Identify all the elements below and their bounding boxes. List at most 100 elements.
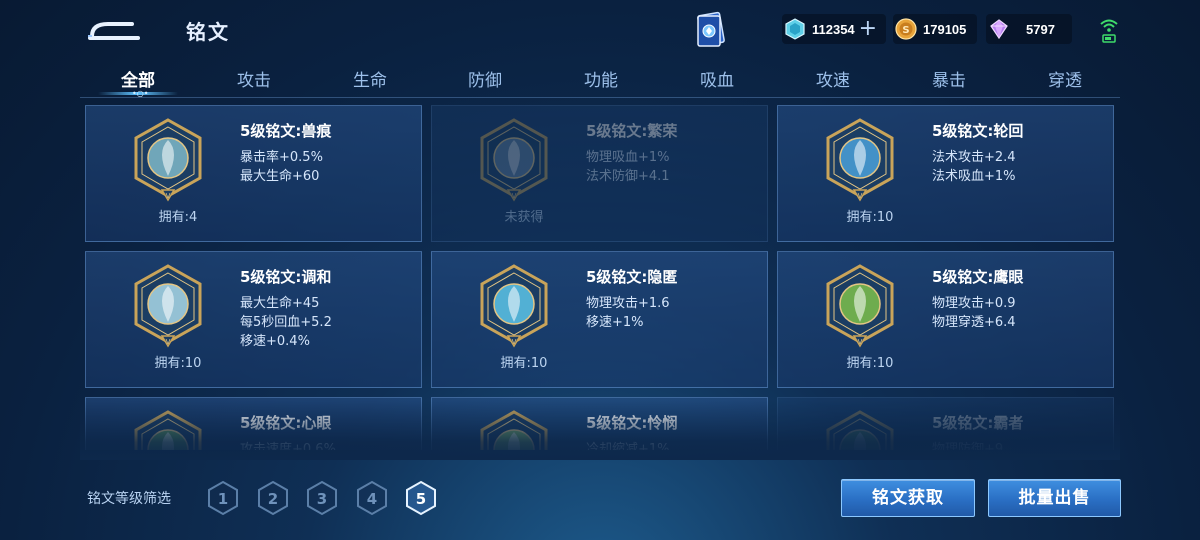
rune-name: 5级铭文:繁荣 bbox=[586, 122, 678, 140]
network-signal-icon bbox=[1098, 16, 1120, 44]
level-filter-1[interactable]: 1 bbox=[206, 480, 240, 516]
rune-stat: 最大生命+45 bbox=[240, 296, 320, 311]
rune-name: 5级铭文:兽痕 bbox=[240, 122, 332, 140]
diamond-currency: 112354 + bbox=[782, 14, 886, 44]
rune-stat: 暴击率+0.5% bbox=[240, 150, 323, 165]
rune-emblem-icon: V bbox=[480, 410, 548, 450]
rune-stat: 物理攻击+1.6 bbox=[586, 296, 670, 311]
crystal-currency: 5797 bbox=[986, 14, 1072, 44]
rune-stat: 攻击速度+0.6% bbox=[240, 442, 336, 450]
rune-card[interactable]: V 5级铭文:隐匿 物理攻击+1.6 移速+1% 拥有:10 bbox=[431, 251, 768, 388]
rune-emblem-icon: V bbox=[826, 264, 894, 348]
rune-stat: 物理攻击+0.9 bbox=[932, 296, 1016, 311]
level-filter-3[interactable]: 3 bbox=[305, 480, 339, 516]
rune-card[interactable]: V 5级铭文:心眼攻击速度+0.6% bbox=[85, 397, 422, 450]
svg-text:V: V bbox=[166, 338, 171, 346]
rune-stat: 移速+0.4% bbox=[240, 334, 310, 349]
add-diamond-button[interactable]: + bbox=[859, 18, 877, 40]
hexagon-icon: 2 bbox=[258, 480, 288, 516]
rune-name: 5级铭文:霸者 bbox=[932, 414, 1024, 432]
active-tab-indicator-icon: •○• bbox=[132, 89, 149, 98]
rune-emblem-icon: V bbox=[480, 118, 548, 202]
rune-grid: V 5级铭文:兽痕 暴击率+0.5% 最大生命+60 拥有:4 V 5级铭文:繁荣 物理吸血+… bbox=[85, 105, 1115, 450]
rune-emblem-icon: V bbox=[134, 118, 202, 202]
rune-name: 5级铭文:怜悯 bbox=[586, 414, 678, 432]
gold-currency: S 179105 bbox=[893, 14, 977, 44]
rune-owned-count: 未获得 bbox=[504, 210, 544, 225]
rune-stat: 物理防御+9 bbox=[932, 442, 1004, 450]
gold-coin-icon: S bbox=[895, 18, 917, 40]
rune-card[interactable]: V 5级铭文:鹰眼 物理攻击+0.9 物理穿透+6.4 拥有:10 bbox=[777, 251, 1114, 388]
level-filter-4[interactable]: 4 bbox=[355, 480, 389, 516]
rune-owned-count: 拥有:10 bbox=[154, 356, 202, 371]
top-bar: 铭文 112354 + S 179105 5797 bbox=[0, 0, 1200, 60]
svg-text:V: V bbox=[166, 192, 171, 200]
gold-amount: 179105 bbox=[923, 21, 967, 37]
level-filter-number: 5 bbox=[416, 490, 426, 508]
rune-book-icon[interactable] bbox=[692, 10, 728, 50]
level-filter-number: 1 bbox=[218, 490, 228, 508]
rune-owned-count: 拥有:10 bbox=[846, 210, 894, 225]
rune-card[interactable]: V 5级铭文:调和 最大生命+45 每5秒回血+5.2 移速+0.4% 拥有:10 bbox=[85, 251, 422, 388]
svg-text:V: V bbox=[858, 338, 863, 346]
rune-stat: 冷却缩减+1% bbox=[586, 442, 670, 450]
level-filter-label: 铭文等级筛选 bbox=[87, 491, 171, 507]
hexagon-icon: 4 bbox=[357, 480, 387, 516]
tab-lifesteal[interactable]: 吸血 bbox=[659, 66, 775, 91]
category-tabs: 全部 •○• 攻击 生命 防御 功能 吸血 攻速 暴击 穿透 bbox=[80, 62, 1120, 98]
svg-text:V: V bbox=[858, 192, 863, 200]
tab-penetration[interactable]: 穿透 bbox=[1007, 66, 1123, 91]
rune-owned-count: 拥有:10 bbox=[500, 356, 548, 371]
hexagon-icon: 1 bbox=[208, 480, 238, 516]
tab-critical[interactable]: 暴击 bbox=[891, 66, 1007, 91]
rune-owned-count: 拥有:4 bbox=[158, 210, 198, 225]
rune-card[interactable]: V 5级铭文:轮回 法术攻击+2.4 法术吸血+1% 拥有:10 bbox=[777, 105, 1114, 242]
purple-crystal-icon bbox=[990, 19, 1008, 40]
rune-card[interactable]: V 5级铭文:怜悯冷却缩减+1% bbox=[431, 397, 768, 450]
tab-attack-speed[interactable]: 攻速 bbox=[775, 66, 891, 91]
svg-text:V: V bbox=[512, 338, 517, 346]
rune-emblem-icon: V bbox=[134, 264, 202, 348]
level-filter-number: 3 bbox=[317, 490, 327, 508]
crystal-amount: 5797 bbox=[1026, 21, 1055, 37]
back-button[interactable] bbox=[86, 14, 144, 46]
rune-emblem-icon: V bbox=[480, 264, 548, 348]
level-filter-2[interactable]: 2 bbox=[256, 480, 290, 516]
rune-card[interactable]: V 5级铭文:繁荣 物理吸血+1% 法术防御+4.1 未获得 bbox=[431, 105, 768, 242]
level-filter-5[interactable]: 5 bbox=[404, 480, 438, 516]
back-arrow-icon bbox=[88, 22, 140, 40]
diamond-coupon-icon bbox=[785, 18, 805, 40]
rune-card[interactable]: V 5级铭文:霸者物理防御+9 bbox=[777, 397, 1114, 450]
rune-name: 5级铭文:调和 bbox=[240, 268, 332, 286]
hexagon-icon: 3 bbox=[307, 480, 337, 516]
rune-emblem-icon: V bbox=[826, 410, 894, 450]
rune-emblem-icon: V bbox=[826, 118, 894, 202]
tab-all[interactable]: 全部 bbox=[80, 66, 196, 91]
rune-stat: 法术攻击+2.4 bbox=[932, 150, 1016, 165]
level-filter-number: 4 bbox=[367, 490, 377, 508]
diamond-amount: 112354 bbox=[812, 21, 855, 37]
rune-owned-count: 拥有:10 bbox=[846, 356, 894, 371]
level-filter-number: 2 bbox=[268, 490, 278, 508]
rune-stat: 物理吸血+1% bbox=[586, 150, 670, 165]
tab-defense[interactable]: 防御 bbox=[427, 66, 543, 91]
rune-name: 5级铭文:心眼 bbox=[240, 414, 332, 432]
rune-name: 5级铭文:轮回 bbox=[932, 122, 1024, 140]
rune-stat: 移速+1% bbox=[586, 315, 644, 330]
rune-stat: 每5秒回血+5.2 bbox=[240, 315, 332, 330]
tab-health[interactable]: 生命 bbox=[312, 66, 428, 91]
tab-function[interactable]: 功能 bbox=[543, 66, 659, 91]
rune-acquire-button[interactable]: 铭文获取 bbox=[841, 479, 975, 517]
svg-text:V: V bbox=[512, 192, 517, 200]
page-title: 铭文 bbox=[186, 20, 230, 44]
rune-name: 5级铭文:隐匿 bbox=[586, 268, 678, 286]
rune-emblem-icon: V bbox=[134, 410, 202, 450]
hexagon-icon: 5 bbox=[406, 480, 436, 516]
rune-card[interactable]: V 5级铭文:兽痕 暴击率+0.5% 最大生命+60 拥有:4 bbox=[85, 105, 422, 242]
rune-stat: 物理穿透+6.4 bbox=[932, 315, 1016, 330]
svg-text:S: S bbox=[902, 25, 909, 36]
rune-stat: 法术吸血+1% bbox=[932, 169, 1016, 184]
bulk-sell-button[interactable]: 批量出售 bbox=[988, 479, 1121, 517]
tab-attack[interactable]: 攻击 bbox=[196, 66, 312, 91]
rune-stat: 最大生命+60 bbox=[240, 169, 320, 184]
